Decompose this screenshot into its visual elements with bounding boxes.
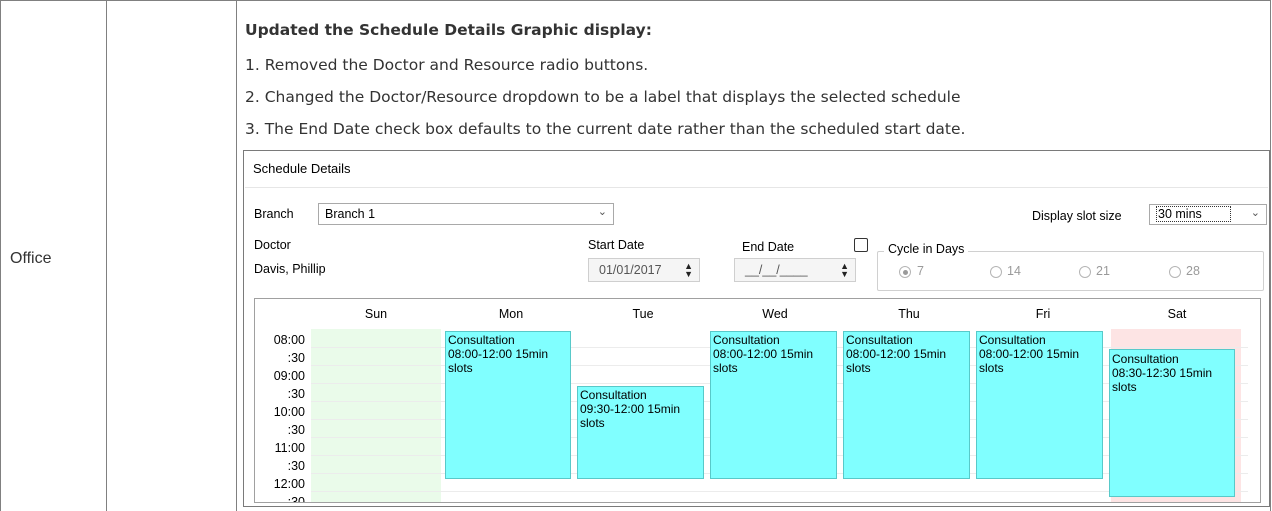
day-header-fri: Fri — [1035, 307, 1051, 321]
slot-size-value: 30 mins — [1156, 206, 1231, 222]
end-date-input[interactable]: __/__/____ ▲ ▼ — [734, 258, 856, 282]
table-col-divider-1 — [106, 0, 107, 511]
appointment-note: slots — [1112, 380, 1137, 394]
grid-row-line — [311, 491, 1248, 492]
cycle-radio-14[interactable] — [990, 266, 1002, 278]
schedule-details-dialog: Schedule Details Branch Branch 1 ⌄ Displ… — [243, 150, 1270, 507]
day-header-sun: Sun — [364, 307, 388, 321]
time-label: :30 — [287, 495, 305, 503]
sunday-column-bg — [311, 329, 441, 502]
appointment-title: Consultation — [580, 388, 647, 402]
start-date-input[interactable]: 01/01/2017 ▲ ▼ — [588, 258, 700, 282]
branch-label: Branch — [254, 207, 294, 221]
branch-dropdown-value: Branch 1 — [325, 207, 376, 221]
day-header-tue: Tue — [632, 307, 654, 321]
cycle-radio-7-label: 7 — [917, 264, 924, 278]
end-date-value: __/__/____ — [745, 263, 808, 277]
time-label: 12:00 — [273, 477, 305, 491]
cycle-radio-14-label: 14 — [1007, 264, 1021, 278]
appointment-time: 08:00-12:00 15min — [448, 347, 549, 361]
end-date-label: End Date — [742, 240, 795, 254]
cycle-radio-21[interactable] — [1079, 266, 1091, 278]
appointment-note: slots — [448, 361, 473, 375]
time-label: 11:00 — [274, 441, 305, 455]
appointment-time: 08:00-12:00 15min — [846, 347, 947, 361]
appointment-note: slots — [979, 361, 1004, 375]
day-header-mon: Mon — [498, 307, 524, 321]
appointment-title: Consultation — [713, 333, 780, 347]
dialog-title-separator — [245, 187, 1268, 188]
appointment-block[interactable]: Consultation 08:00-12:00 15min slots — [710, 331, 837, 479]
note-item-3: 3. The End Date check box defaults to th… — [245, 120, 966, 138]
day-header-sat: Sat — [1167, 307, 1187, 321]
time-label: :30 — [287, 423, 305, 437]
appointment-note: slots — [846, 361, 871, 375]
row-category-label: Office — [10, 250, 52, 267]
appointment-block[interactable]: Consultation 08:30-12:30 15min slots — [1109, 349, 1235, 497]
cycle-radio-21-label: 21 — [1096, 264, 1110, 278]
time-label: 09:00 — [273, 369, 305, 383]
appointment-note: slots — [580, 416, 605, 430]
appointment-title: Consultation — [846, 333, 913, 347]
notes-heading: Updated the Schedule Details Graphic dis… — [245, 21, 652, 39]
table-col-divider-2 — [236, 0, 237, 511]
end-date-checkbox[interactable] — [854, 238, 868, 252]
spin-updown-icon[interactable]: ▲ ▼ — [840, 262, 849, 279]
dialog-title: Schedule Details — [253, 161, 351, 176]
time-label: 10:00 — [273, 405, 305, 419]
appointment-time: 09:30-12:00 15min — [580, 402, 681, 416]
doctor-value: Davis, Phillip — [254, 262, 326, 276]
table-left-border — [0, 0, 1, 511]
appointment-block[interactable]: Consultation 08:00-12:00 15min slots — [976, 331, 1103, 479]
table-top-border — [0, 0, 1271, 1]
spin-updown-icon[interactable]: ▲ ▼ — [684, 262, 693, 279]
time-label: :30 — [287, 387, 305, 401]
cycle-radio-7[interactable] — [899, 266, 911, 278]
table-right-border — [1270, 0, 1271, 511]
appointment-time: 08:30-12:30 15min — [1112, 366, 1213, 380]
time-label: :30 — [287, 351, 305, 365]
day-header-thu: Thu — [898, 307, 920, 321]
appointment-time: 08:00-12:00 15min — [979, 347, 1080, 361]
appointment-title: Consultation — [1112, 352, 1179, 366]
slot-size-label: Display slot size — [1032, 209, 1122, 223]
note-item-1: 1. Removed the Doctor and Resource radio… — [245, 56, 649, 74]
start-date-value: 01/01/2017 — [599, 263, 662, 277]
chevron-down-icon: ⌄ — [597, 206, 607, 218]
cycle-radio-28[interactable] — [1169, 266, 1181, 278]
cycle-radio-28-label: 28 — [1186, 264, 1200, 278]
doctor-label: Doctor — [254, 238, 291, 252]
appointment-block[interactable]: Consultation 08:00-12:00 15min slots — [843, 331, 970, 479]
cycle-group-box — [877, 251, 1264, 291]
start-date-label: Start Date — [588, 238, 645, 252]
time-label: 08:00 — [273, 333, 305, 347]
note-item-2: 2. Changed the Doctor/Resource dropdown … — [245, 88, 961, 106]
cycle-label: Cycle in Days — [884, 242, 969, 256]
appointment-time: 08:00-12:00 15min — [713, 347, 814, 361]
appointment-note: slots — [713, 361, 738, 375]
appointment-title: Consultation — [979, 333, 1046, 347]
branch-dropdown[interactable]: Branch 1 ⌄ — [318, 203, 614, 225]
appointment-block[interactable]: Consultation 08:00-12:00 15min slots — [445, 331, 571, 479]
time-label: :30 — [287, 459, 305, 473]
appointment-title: Consultation — [448, 333, 515, 347]
day-header-wed: Wed — [762, 307, 788, 321]
appointment-block[interactable]: Consultation 09:30-12:00 15min slots — [577, 386, 704, 479]
schedule-grid[interactable]: Sun Mon Tue Wed Thu Fri Sat 08:00 :30 09… — [254, 298, 1261, 503]
chevron-down-icon: ⌄ — [1250, 207, 1260, 219]
slot-size-dropdown[interactable]: 30 mins ⌄ — [1149, 204, 1267, 225]
